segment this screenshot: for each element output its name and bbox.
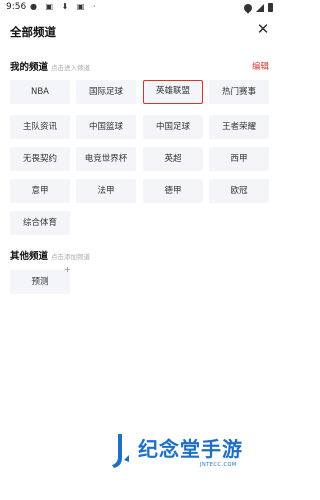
status-time: 9:56 [6, 2, 27, 12]
my-channels-title: 我的频道 [10, 62, 49, 73]
channel-chip-selected[interactable]: 英雄联盟 [143, 80, 203, 104]
channel-chip[interactable]: 综合体育 [10, 211, 70, 235]
channel-chip[interactable]: 欧冠 [209, 179, 269, 203]
wifi-icon [242, 1, 254, 14]
status-bar: 9:56 ● ▣ ⬇ ▣ · [0, 0, 281, 16]
watermark-logo-icon [112, 434, 129, 468]
status-right-icons [242, 1, 273, 14]
channel-chip[interactable]: 热门赛事 [209, 80, 269, 104]
channel-chip[interactable]: 法甲 [76, 179, 136, 203]
watermark-sub: JNTECC.COM [200, 462, 237, 468]
signal-icon [256, 3, 264, 12]
channel-chip[interactable]: 电竞世界杯 [76, 147, 136, 171]
my-channels-hint: 点击进入频道 [51, 64, 90, 72]
other-channels-title: 其他频道 [10, 251, 49, 262]
channel-chip[interactable]: NBA [10, 80, 70, 104]
page-title: 全部频道 [10, 25, 56, 39]
channel-chip[interactable]: 国际足球 [76, 80, 136, 104]
other-channel-chip[interactable]: 预测 [10, 270, 70, 294]
watermark: 纪念堂手游 JNTECC.COM [108, 430, 278, 490]
other-channels-hint: 点击添加频道 [51, 253, 90, 261]
channel-chip[interactable]: 王者荣耀 [209, 115, 269, 139]
edit-button[interactable]: 编辑 [252, 60, 269, 72]
battery-icon [268, 3, 273, 12]
close-icon[interactable]: ✕ [255, 20, 271, 38]
channel-chip[interactable]: 无畏契约 [10, 147, 70, 171]
channel-chip[interactable]: 西甲 [209, 147, 269, 171]
channel-chip[interactable]: 英超 [143, 147, 203, 171]
channel-chip[interactable]: 意甲 [10, 179, 70, 203]
channel-chip[interactable]: 中国足球 [143, 115, 203, 139]
watermark-text: 纪念堂手游 [138, 437, 243, 461]
add-channel-icon[interactable]: + [64, 266, 71, 274]
channel-chip[interactable]: 主队资讯 [10, 115, 70, 139]
notification-icons: ● ▣ ⬇ ▣ · [30, 2, 99, 11]
channel-chip[interactable]: 中国篮球 [76, 115, 136, 139]
channel-chip[interactable]: 德甲 [143, 179, 203, 203]
